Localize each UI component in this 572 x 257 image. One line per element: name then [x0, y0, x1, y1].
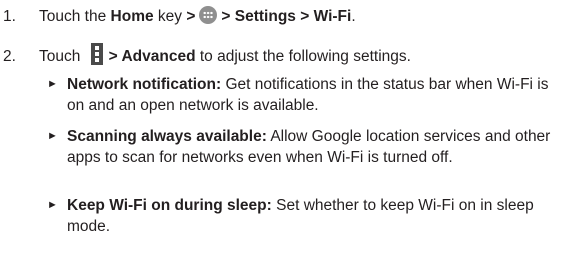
setting-title: Network notification:	[67, 76, 222, 93]
step-text: Touch the	[39, 8, 111, 25]
settings-path: > Settings > Wi-Fi	[221, 8, 352, 25]
home-key-label: Home	[110, 8, 154, 25]
step-text-end: .	[351, 8, 356, 25]
advanced-path: > Advanced	[108, 48, 196, 65]
setting-bullet-network-notification: ► Network notification: Get notification…	[47, 74, 567, 116]
setting-title: Scanning always available:	[67, 128, 267, 145]
setting-bullet-keep-wifi-on: ► Keep Wi-Fi on during sleep: Set whethe…	[47, 195, 567, 237]
step-number: 1.	[3, 8, 16, 25]
step-1: 1. Touch the Home key > > Settings > Wi-Fi…	[0, 6, 356, 27]
step-2: 2. Touch > Advanced to adjust the followi…	[0, 43, 411, 67]
setting-title: Keep Wi-Fi on during sleep:	[67, 197, 272, 214]
bullet-arrow-icon: ►	[47, 78, 58, 90]
setting-bullet-scanning-always-available: ► Scanning always available: Allow Googl…	[47, 126, 567, 168]
separator: >	[186, 8, 196, 25]
bullet-arrow-icon: ►	[47, 130, 58, 142]
bullet-arrow-icon: ►	[47, 199, 58, 211]
step-text: key	[153, 8, 187, 25]
step-text: to adjust the following settings.	[195, 48, 411, 65]
document-page: 1. Touch the Home key > > Settings > Wi-Fi…	[0, 0, 572, 257]
step-number: 2.	[3, 48, 16, 65]
apps-icon	[199, 6, 218, 24]
step-text: Touch	[39, 48, 85, 65]
menu-icon	[90, 43, 103, 65]
